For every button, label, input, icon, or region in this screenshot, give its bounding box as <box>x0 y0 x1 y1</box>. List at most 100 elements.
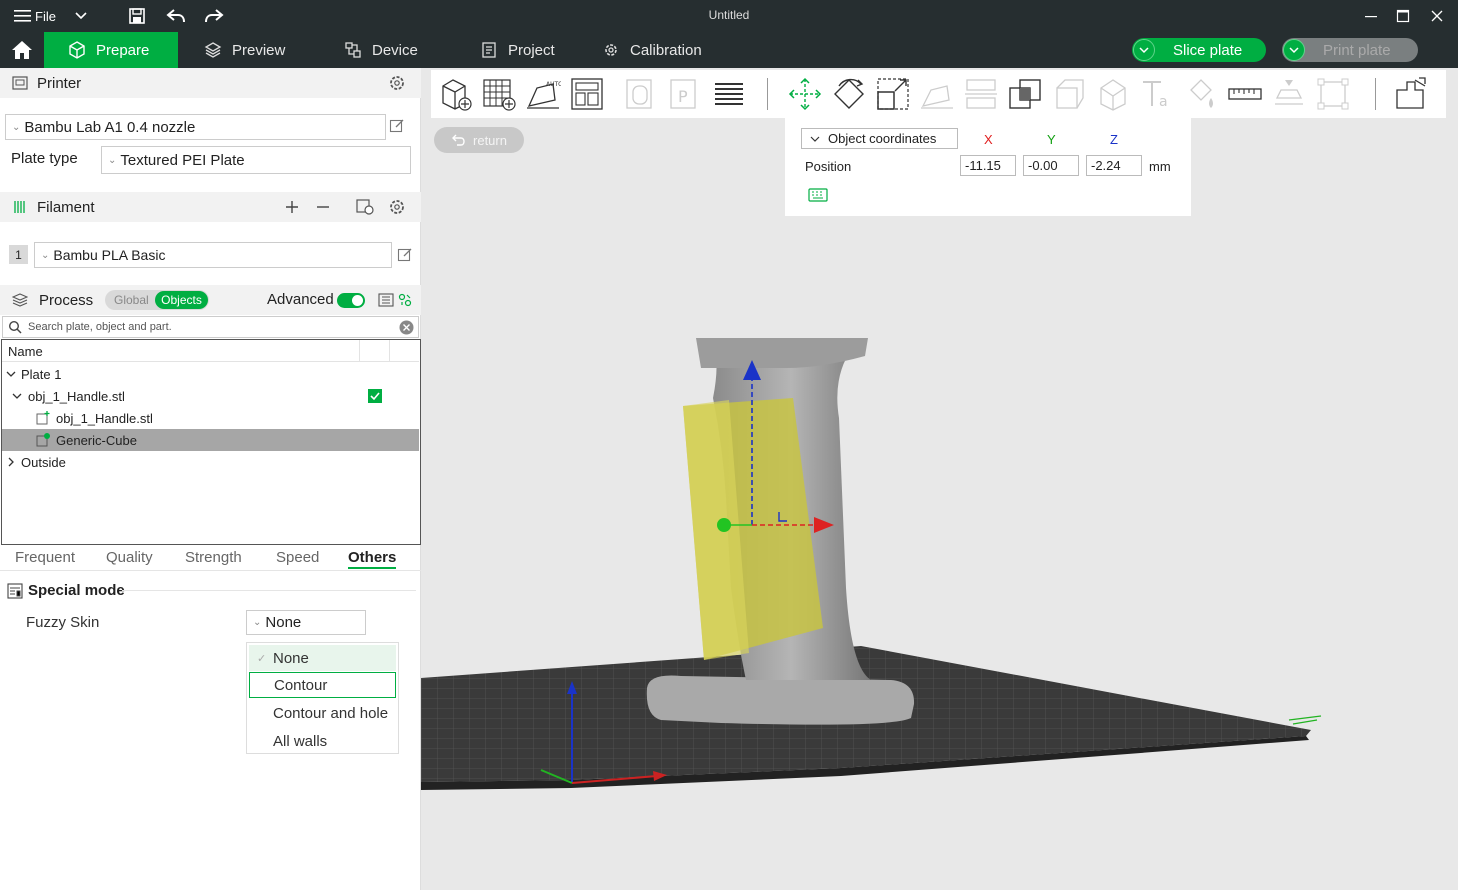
tree-row-part[interactable]: obj_1_Handle.stl <box>2 407 419 429</box>
device-icon <box>345 42 361 58</box>
printer-select[interactable]: ⌄ Bambu Lab A1 0.4 nozzle <box>5 114 386 140</box>
filament-settings-gear-icon[interactable] <box>388 198 406 216</box>
fuzzy-skin-label: Fuzzy Skin <box>26 614 100 631</box>
maximize-button[interactable] <box>1396 6 1410 26</box>
tree-row-modifier-selected[interactable]: Generic-Cube <box>2 429 419 451</box>
text-tool-icon[interactable]: a <box>1139 76 1175 112</box>
search-input[interactable]: Search plate, object and part. <box>28 321 172 333</box>
slice-plate-label: Slice plate <box>1173 41 1243 59</box>
chevron-down-icon[interactable] <box>6 369 16 379</box>
slice-plate-button[interactable]: Slice plate <box>1132 38 1266 62</box>
tab-strength[interactable]: Strength <box>185 549 242 566</box>
tab-others[interactable]: Others <box>348 549 397 569</box>
toggle-objects-label[interactable]: Objects <box>155 291 208 309</box>
cut-icon[interactable] <box>963 76 999 112</box>
column-name-header[interactable]: Name <box>8 344 43 359</box>
arrange-icon[interactable] <box>569 76 605 112</box>
object-search-box[interactable]: Search plate, object and part. <box>2 316 419 338</box>
auto-orient-icon[interactable]: AUTO <box>525 76 561 112</box>
edit-printer-icon[interactable] <box>389 118 405 134</box>
fuzzy-skin-select[interactable]: ⌄ None <box>246 610 366 635</box>
gizmo-y-handle[interactable] <box>717 518 731 532</box>
tab-project[interactable]: Project <box>480 32 555 68</box>
add-plate-icon[interactable] <box>481 76 517 112</box>
tab-frequent[interactable]: Frequent <box>15 549 75 566</box>
lay-on-face-icon[interactable] <box>919 76 955 112</box>
tab-preview[interactable]: Preview <box>204 32 285 68</box>
support-paint-icon[interactable] <box>1051 76 1087 112</box>
remove-filament-icon[interactable] <box>316 200 330 214</box>
tab-prepare[interactable]: Prepare <box>44 32 178 68</box>
object-settings-icon[interactable] <box>398 293 412 307</box>
toolbar-separator <box>767 78 768 110</box>
edit-filament-icon[interactable] <box>397 247 413 263</box>
filament-select[interactable]: ⌄ Bambu PLA Basic <box>34 242 392 268</box>
close-icon <box>1431 10 1443 22</box>
measure-icon[interactable] <box>1227 76 1263 112</box>
add-object-icon[interactable] <box>437 76 473 112</box>
global-objects-toggle[interactable]: Global Objects <box>105 290 209 310</box>
minimize-button[interactable] <box>1364 6 1378 26</box>
tab-quality[interactable]: Quality <box>106 549 153 566</box>
file-menu[interactable]: File <box>14 6 56 26</box>
clear-search-icon[interactable] <box>399 320 414 335</box>
keyboard-icon[interactable] <box>808 188 828 202</box>
tree-row-label: Plate 1 <box>21 366 62 382</box>
layers-list-icon[interactable] <box>711 76 747 112</box>
color-paint-icon[interactable] <box>1183 76 1219 112</box>
rotate-icon[interactable] <box>831 76 867 112</box>
print-options-dropdown[interactable] <box>1283 39 1305 61</box>
return-button[interactable]: return <box>434 127 524 153</box>
list-view-icon[interactable] <box>378 293 394 307</box>
tab-device[interactable]: Device <box>344 32 418 68</box>
menu-item-contour-and-hole[interactable]: Contour and hole <box>249 700 396 726</box>
menu-item-all-walls[interactable]: All walls <box>249 728 396 754</box>
plate-settings-icon[interactable]: P <box>667 76 703 112</box>
position-y-input[interactable]: -0.00 <box>1023 155 1079 176</box>
plate-type-select[interactable]: ⌄ Textured PEI Plate <box>101 146 411 174</box>
tab-calibration[interactable]: Calibration <box>602 32 702 68</box>
slice-options-dropdown[interactable] <box>1133 39 1155 61</box>
assembly-icon[interactable] <box>1271 76 1307 112</box>
orient-plate-icon[interactable] <box>623 76 659 112</box>
position-x-input[interactable]: -11.15 <box>960 155 1016 176</box>
redo-button[interactable] <box>204 6 224 26</box>
chevron-down-icon[interactable] <box>12 391 22 401</box>
add-filament-icon[interactable] <box>285 200 299 214</box>
menu-item-contour[interactable]: Contour <box>249 672 396 698</box>
home-button[interactable] <box>0 32 44 68</box>
gear-icon <box>605 44 617 56</box>
filament-sync-icon[interactable] <box>356 199 374 215</box>
toggle-global-label[interactable]: Global <box>114 293 149 307</box>
print-plate-button[interactable]: Print plate <box>1282 38 1418 62</box>
seam-paint-icon[interactable] <box>1095 76 1131 112</box>
object-check-icon[interactable] <box>368 389 382 403</box>
undo-button[interactable] <box>166 6 186 26</box>
advanced-toggle[interactable] <box>337 293 365 308</box>
move-icon[interactable] <box>787 76 823 112</box>
chevron-right-icon[interactable] <box>6 457 16 467</box>
toolbar-separator <box>1375 78 1376 110</box>
scale-icon[interactable] <box>875 76 911 112</box>
boolean-icon[interactable] <box>1007 76 1043 112</box>
printer-settings-gear-icon[interactable] <box>388 74 406 92</box>
plate-marker <box>1288 715 1322 725</box>
tree-row-outside[interactable]: Outside <box>2 451 419 473</box>
bounding-box-icon[interactable] <box>1315 76 1351 112</box>
save-button[interactable] <box>128 6 146 26</box>
position-z-input[interactable]: -2.24 <box>1086 155 1142 176</box>
tree-row-object[interactable]: obj_1_Handle.stl <box>2 385 419 407</box>
split-parts-icon[interactable] <box>1393 76 1429 112</box>
fuzzy-skin-dropdown: ✓ None Contour Contour and hole All wall… <box>246 642 399 754</box>
close-button[interactable] <box>1430 6 1444 26</box>
coordinate-mode-select[interactable]: Object coordinates <box>801 128 958 149</box>
minimize-icon <box>1365 16 1377 18</box>
handle-base <box>646 675 915 725</box>
menu-item-none[interactable]: ✓ None <box>249 645 396 671</box>
printer-icon <box>12 76 28 90</box>
tab-speed[interactable]: Speed <box>276 549 319 566</box>
menu-dropdown-button[interactable] <box>74 6 88 26</box>
filament-slot-badge[interactable]: 1 <box>9 245 28 264</box>
3d-viewport[interactable]: AUTO P a return Object coordinates X Y Z… <box>421 68 1458 890</box>
tree-row-plate[interactable]: Plate 1 <box>2 363 419 385</box>
